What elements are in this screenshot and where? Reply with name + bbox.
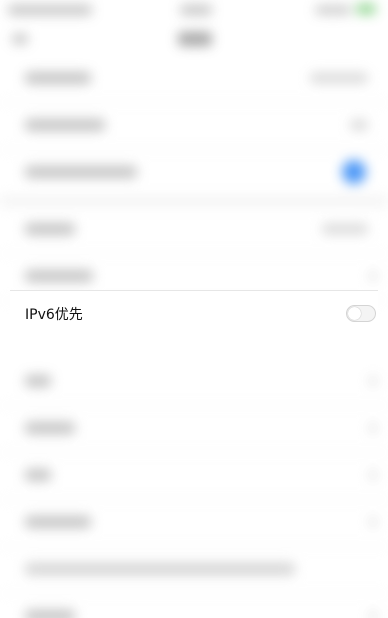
status-bar <box>0 0 388 22</box>
settings-screen: IPv6优先 <box>0 0 388 618</box>
blurred-toggle-on <box>342 160 366 184</box>
toggle-off-icon <box>348 307 361 320</box>
ipv6-priority-switch[interactable] <box>346 305 376 322</box>
ipv6-priority-row[interactable]: IPv6优先 <box>10 290 378 336</box>
ipv6-priority-label: IPv6优先 <box>25 306 83 323</box>
